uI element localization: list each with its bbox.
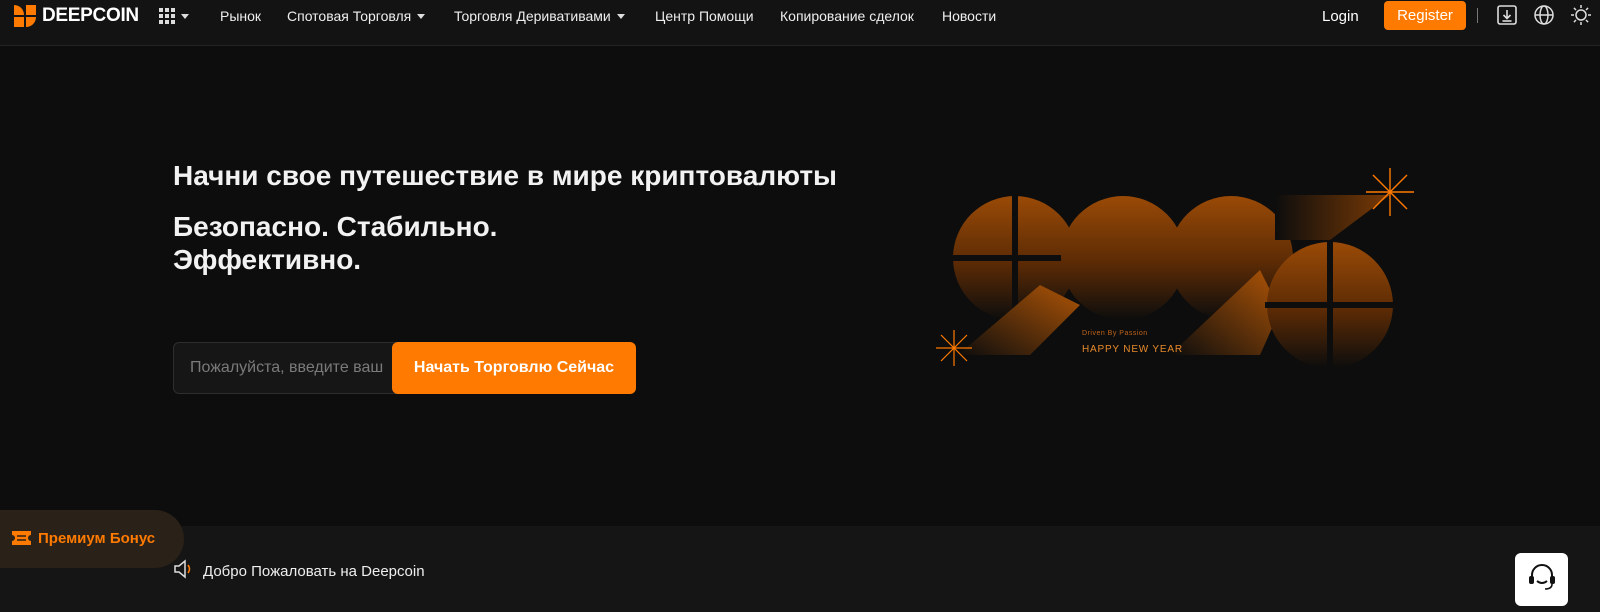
sparkle-icon (1366, 168, 1414, 216)
chevron-down-icon (181, 13, 189, 19)
premium-bonus-button[interactable]: Премиум Бонус (0, 510, 184, 568)
nav-item-label: Копирование сделок (780, 8, 914, 24)
art-greeting: HAPPY NEW YEAR (1082, 344, 1183, 355)
speaker-icon (173, 559, 195, 584)
download-icon[interactable] (1496, 4, 1518, 26)
nav-item-spot-trading[interactable]: Спотовая Торговля (287, 0, 426, 32)
nav-item-news[interactable]: Новости (942, 0, 996, 32)
hero-subtitle: Безопасно. Стабильно. Эффективно. (173, 210, 573, 276)
announcement-text[interactable]: Добро Пожаловать на Deepcoin (203, 563, 425, 580)
support-headset-icon (1525, 560, 1559, 599)
nav-item-help-center[interactable]: Центр Помощи (655, 0, 754, 32)
nav-item-label: Торговля Деривативами (454, 8, 611, 24)
customer-support-button[interactable] (1515, 553, 1568, 606)
grid-icon (159, 8, 175, 24)
ticket-icon (11, 530, 32, 546)
login-button[interactable]: Login (1322, 4, 1359, 28)
hero-subtitle-line-2: Эффективно. (173, 244, 362, 275)
start-trading-button[interactable]: Начать Торговлю Сейчас (392, 342, 636, 394)
happy-new-year-2025-artwork: Driven By Passion HAPPY NEW YEAR (930, 160, 1440, 380)
digit-0 (1061, 196, 1185, 320)
apps-menu-button[interactable] (159, 8, 189, 24)
email-input-wrapper (173, 342, 409, 394)
theme-toggle-icon[interactable] (1570, 4, 1592, 26)
premium-bonus-label: Премиум Бонус (38, 530, 156, 547)
chevron-down-icon (417, 13, 426, 19)
nav-item-copy-trading[interactable]: Копирование сделок (780, 0, 914, 32)
top-nav-bar: DEEPCOIN Рынок Спотовая Торговля Торговл… (0, 0, 1600, 46)
nav-item-label: Новости (942, 8, 997, 24)
hero-subtitle-line-1: Безопасно. Стабильно. (173, 211, 498, 242)
nav-item-derivatives[interactable]: Торговля Деривативами (454, 0, 625, 32)
sparkle-small-icon (936, 330, 972, 366)
register-button[interactable]: Register (1384, 1, 1466, 30)
header-divider (1477, 8, 1478, 23)
deepcoin-logo-mark (14, 5, 36, 27)
deepcoin-logo[interactable]: DEEPCOIN (14, 5, 139, 27)
chevron-down-icon (616, 13, 625, 19)
announcement: Добро Пожаловать на Deepcoin (173, 559, 425, 584)
nav-item-label: Спотовая Торговля (287, 8, 412, 24)
logo-text: DEEPCOIN (42, 5, 139, 26)
nav-item-label: Центр Помощи (655, 8, 754, 24)
email-input[interactable] (174, 343, 408, 393)
nav-item-market[interactable]: Рынок (220, 0, 261, 32)
art-tagline: Driven By Passion (1082, 330, 1148, 337)
nav-item-label: Рынок (220, 8, 262, 24)
hero-title: Начни свое путешествие в мире криптовалю… (173, 160, 837, 191)
digit-5-top (1275, 195, 1390, 240)
globe-icon[interactable] (1533, 4, 1555, 26)
